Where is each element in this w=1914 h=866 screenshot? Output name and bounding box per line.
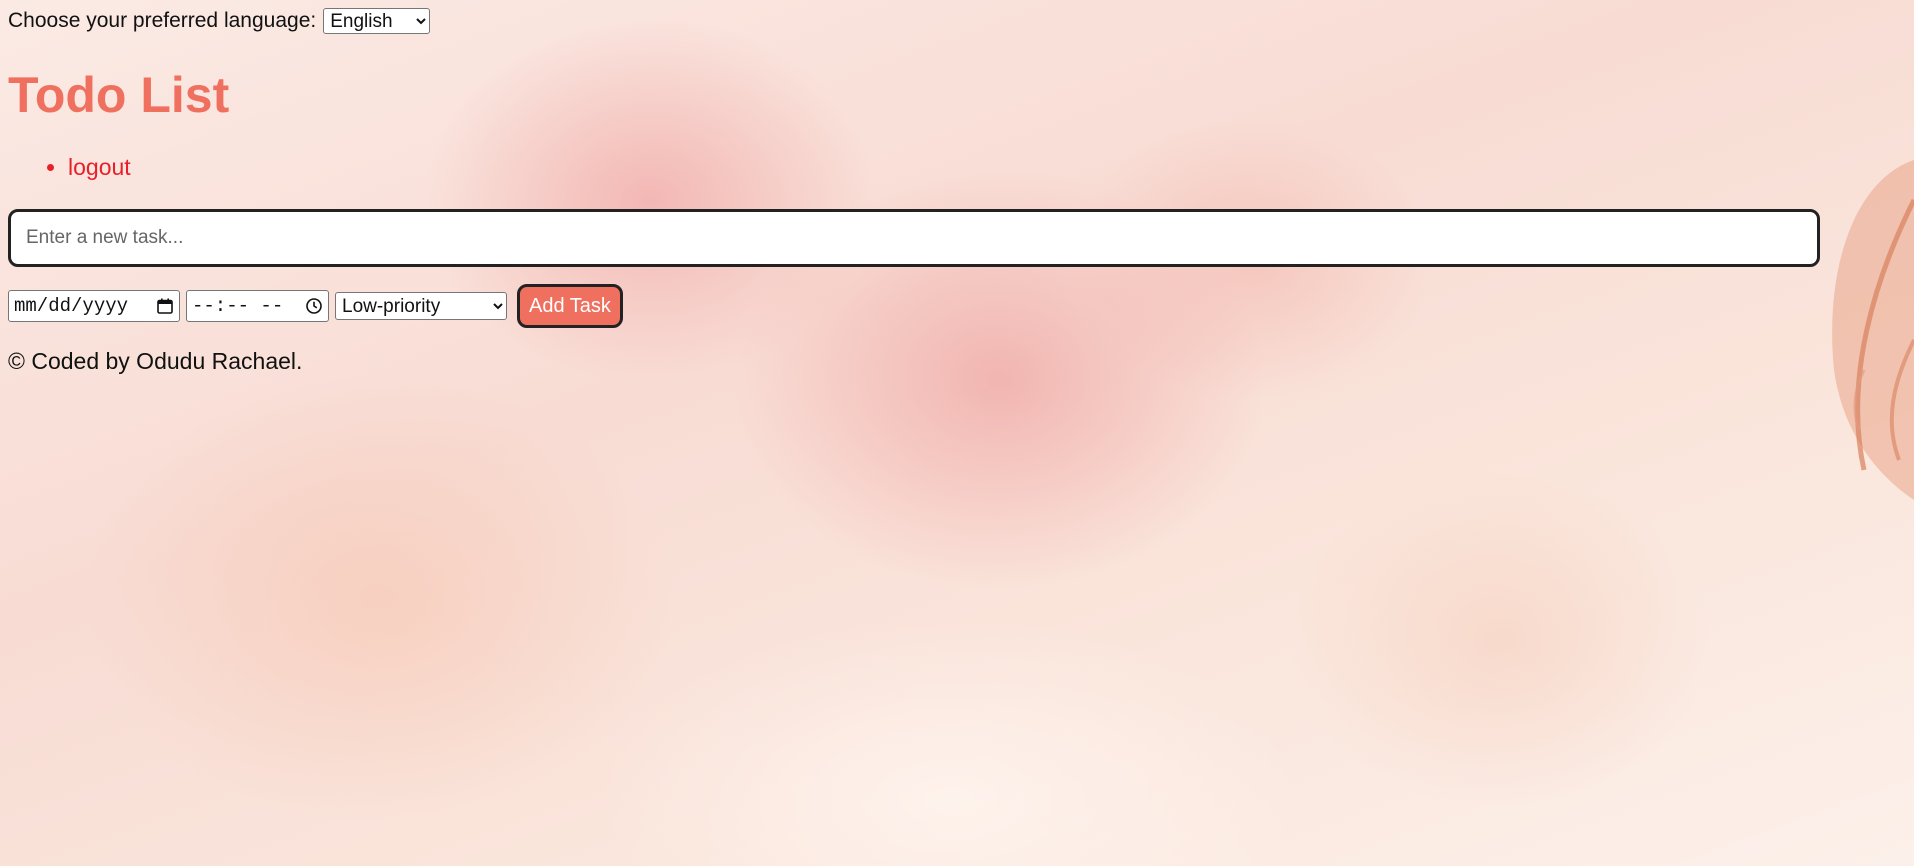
calendar-icon[interactable] — [156, 297, 174, 315]
language-label: Choose your preferred language: — [8, 9, 317, 32]
add-task-button[interactable]: Add Task — [517, 284, 623, 328]
page-title: Todo List — [8, 67, 230, 123]
task-controls: mm/dd/yyyy --:-- -- Low-priority Add Tas… — [8, 284, 1906, 328]
clock-icon[interactable] — [305, 297, 323, 315]
new-task-input[interactable] — [8, 209, 1820, 267]
language-row: Choose your preferred language: English — [8, 8, 1906, 34]
nav-item-logout: logout — [68, 154, 1906, 181]
nav-list: logout — [8, 154, 1906, 181]
due-date-input[interactable]: mm/dd/yyyy — [8, 290, 180, 322]
language-select[interactable]: English — [323, 8, 431, 34]
due-time-placeholder: --:-- -- — [192, 295, 284, 317]
footer-credit: © Coded by Odudu Rachael. — [8, 348, 303, 374]
page-content: Choose your preferred language: English … — [0, 0, 1914, 375]
logout-link[interactable]: logout — [68, 154, 131, 180]
due-time-input[interactable]: --:-- -- — [186, 290, 329, 322]
priority-select[interactable]: Low-priority — [335, 292, 507, 320]
due-date-placeholder: mm/dd/yyyy — [14, 295, 129, 317]
